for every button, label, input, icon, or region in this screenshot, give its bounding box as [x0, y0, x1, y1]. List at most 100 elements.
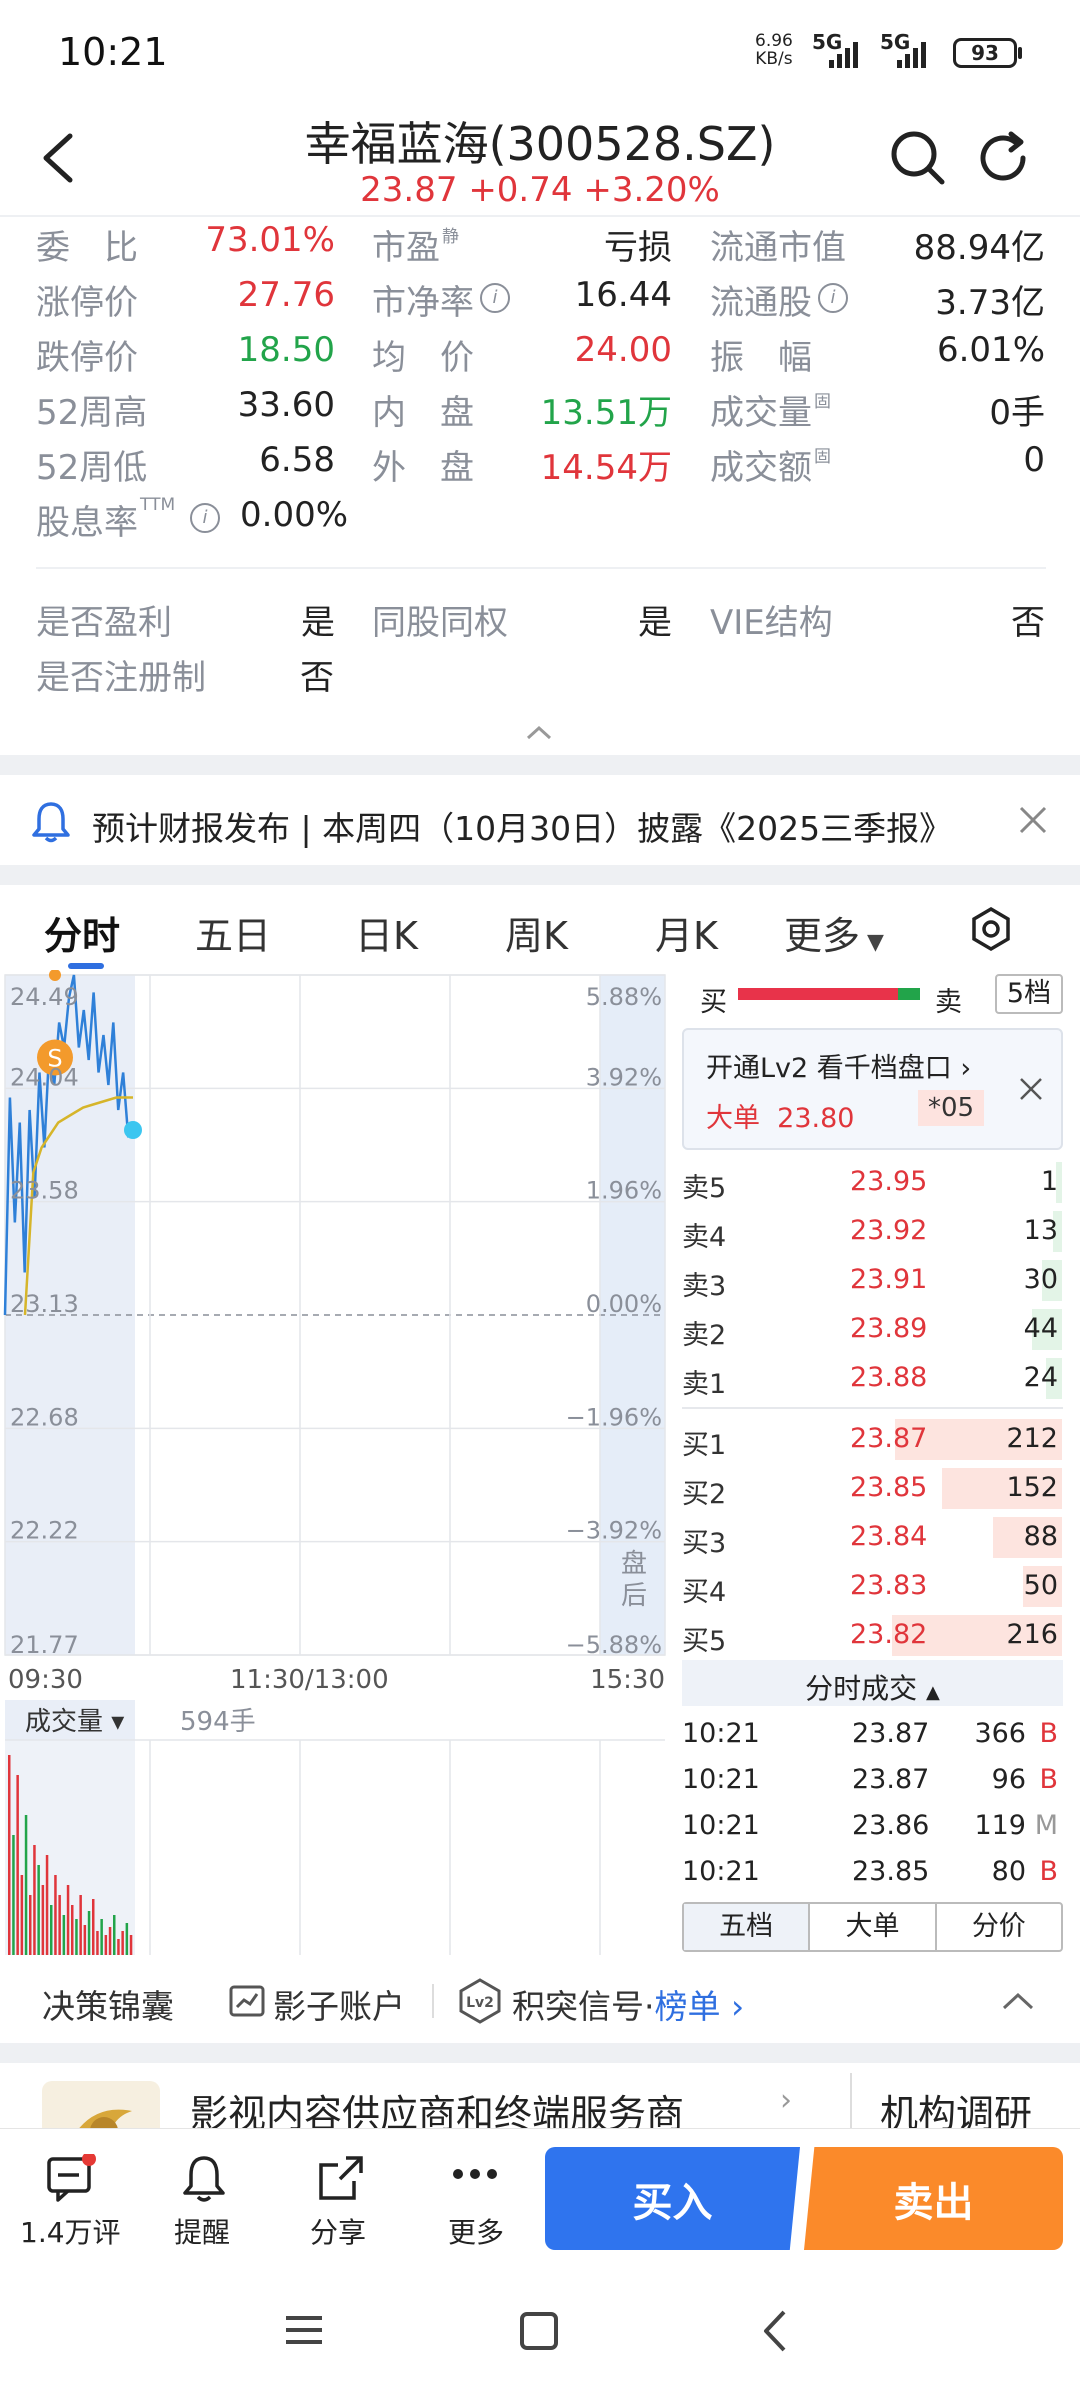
lv2-promo[interactable]: 开通Lv2 看千档盘口 › 大单 23.80 *05	[682, 1028, 1063, 1150]
stat-label: 均 价	[372, 338, 474, 378]
bell-icon[interactable]	[180, 2153, 228, 2209]
tab-five-day[interactable]: 五日	[195, 905, 271, 960]
volume-bar	[58, 1895, 61, 1955]
stat-label: 跌停价	[36, 338, 138, 378]
levels-button[interactable]: 5档	[995, 974, 1063, 1014]
percent-tick: 3.92%	[586, 1063, 662, 1091]
subtab-levels[interactable]: 五档	[684, 1904, 811, 1950]
bell-icon	[30, 799, 72, 847]
settings-icon[interactable]	[968, 906, 1014, 956]
collapse-icon[interactable]	[522, 722, 556, 746]
stat-value: 0手	[989, 393, 1045, 433]
news-tag: 机构调研	[880, 2092, 1033, 2128]
stat-label: 流通市值	[710, 228, 846, 268]
back-nav-icon[interactable]	[760, 2308, 790, 2358]
stat-value: 13.51万	[540, 393, 672, 433]
subtab-price-distribution[interactable]: 分价	[937, 1904, 1061, 1950]
info-icon[interactable]: i	[190, 503, 220, 533]
flag-label: VIE结构	[710, 603, 833, 643]
ask-level-row: 卖4 23.92 13	[682, 1207, 1062, 1256]
more-icon[interactable]	[450, 2164, 500, 2188]
lv2-text: 开通Lv2 看千档盘口 ›	[706, 1053, 972, 1084]
earnings-notice[interactable]: 预计财报发布 | 本周四（10月30日）披露《2025三季报》	[0, 775, 1080, 865]
more-label[interactable]: 更多	[448, 2211, 504, 2251]
volume-bar	[54, 1875, 57, 1955]
trades-header[interactable]: 分时成交 ▲	[682, 1660, 1063, 1706]
percent-tick: −3.92%	[566, 1517, 662, 1545]
stat-value: 6.01%	[936, 330, 1045, 370]
home-icon[interactable]	[518, 2310, 560, 2356]
price-change-percent: +3.20%	[583, 170, 720, 210]
volume-bar	[62, 1915, 66, 1955]
volume-bar	[92, 1899, 95, 1955]
level-volume: 50	[1023, 1570, 1058, 1601]
close-icon[interactable]	[1018, 805, 1048, 839]
tab-monthly-k[interactable]: 月K	[655, 905, 718, 960]
tab-more[interactable]: 更多 ▼	[784, 905, 884, 960]
level-price: 23.84	[850, 1521, 928, 1552]
stat-label: 52周高	[36, 393, 148, 433]
comment-count[interactable]: 1.4万评	[20, 2211, 121, 2251]
percent-tick: −1.96%	[566, 1403, 662, 1431]
tab-intraday[interactable]: 分时	[44, 905, 120, 960]
share-icon[interactable]	[316, 2153, 366, 2207]
after-hours-label: 盘	[621, 1549, 647, 1579]
level-label: 买3	[682, 1528, 727, 1559]
comment-icon[interactable]	[46, 2152, 96, 2208]
price-tick: 24.04	[10, 1063, 79, 1091]
info-icon[interactable]: i	[818, 283, 848, 313]
tab-daily-k[interactable]: 日K	[355, 905, 418, 960]
signal-icon	[827, 38, 869, 74]
volume-bar	[96, 1931, 99, 1955]
refresh-icon[interactable]	[975, 128, 1035, 192]
share-label[interactable]: 分享	[310, 2211, 366, 2251]
trade-volume: 119	[974, 1810, 1026, 1841]
tool-shadow-account[interactable]: 影子账户	[273, 1980, 405, 2028]
volume-bar	[117, 1939, 120, 1955]
ask-level-row: 卖3 23.91 30	[682, 1256, 1062, 1305]
lv2-icon: Lv2	[456, 1977, 504, 2029]
tool-signal[interactable]: 积突信号·榜单 ›	[512, 1980, 744, 2028]
trade-price: 23.87	[852, 1718, 930, 1749]
volume-bar	[50, 1905, 53, 1955]
info-icon[interactable]: i	[480, 283, 510, 313]
menu-icon[interactable]	[282, 2312, 326, 2352]
level-volume: 216	[1006, 1619, 1058, 1650]
level-label: 买1	[682, 1430, 727, 1461]
status-time: 10:21	[58, 30, 168, 74]
remind-label[interactable]: 提醒	[174, 2211, 230, 2251]
stat-label: 成交额	[710, 448, 812, 488]
trade-side: B	[1039, 1856, 1058, 1887]
stat-value: 24.00	[574, 330, 672, 370]
stat-label: 振 幅	[710, 338, 812, 378]
stat-value: 16.44	[574, 275, 672, 315]
trade-time: 10:21	[682, 1764, 760, 1795]
percent-tick: −5.88%	[566, 1631, 662, 1659]
flag-value: 是	[638, 603, 672, 643]
buy-button[interactable]: 买入	[545, 2147, 800, 2250]
volume-bar	[113, 1915, 116, 1955]
stat-label: 涨停价	[36, 283, 138, 323]
system-nav-bar	[0, 2260, 1080, 2400]
flag-label: 是否盈利	[36, 603, 172, 643]
battery-icon: 93	[953, 38, 1017, 68]
trade-row: 10:21 23.87 366 B	[682, 1712, 1062, 1758]
subtab-big-orders[interactable]: 大单	[810, 1904, 937, 1950]
tool-decision-kit[interactable]: 决策锦囊	[42, 1980, 174, 2028]
stat-superscript: 固	[814, 392, 831, 412]
collapse-tools-icon[interactable]	[1000, 1990, 1036, 2016]
intraday-chart[interactable]: S 24.49 24.04 23.58 23.13 22.68 22.22 21.77 5.88…	[0, 970, 670, 1960]
signal-icon-2	[895, 38, 937, 74]
news-card[interactable]: 影视内容供应商和终端服务商 › 机构调研	[0, 2063, 1080, 2128]
news-divider	[850, 2073, 852, 2128]
stat-superscript: 静	[442, 227, 459, 247]
level-volume: 30	[1023, 1264, 1058, 1295]
sell-button[interactable]: 卖出	[804, 2147, 1063, 2250]
volume-bar	[45, 1855, 49, 1955]
bid-level-row: 买2 23.85 152	[682, 1464, 1062, 1513]
search-icon[interactable]	[888, 128, 948, 192]
stat-label: 市盈	[372, 228, 440, 268]
price-tick: 22.22	[10, 1517, 79, 1545]
tab-weekly-k[interactable]: 周K	[505, 905, 568, 960]
close-icon[interactable]	[1018, 1076, 1044, 1106]
